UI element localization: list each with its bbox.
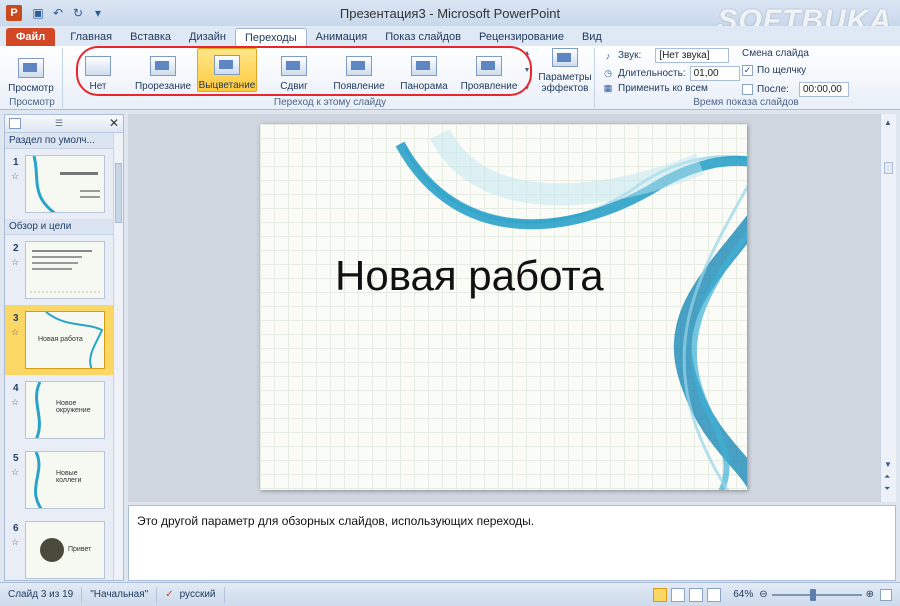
transition-star-icon: ☆ (11, 171, 20, 181)
fit-to-window-icon[interactable] (880, 588, 892, 601)
on-click-row[interactable]: ✓ По щелчку (742, 65, 806, 76)
slideshow-icon[interactable] (707, 587, 722, 602)
reading-view-icon[interactable] (689, 587, 704, 602)
slide-scrollbar[interactable]: ▲ ▼ ⏶ ⏷ (880, 114, 896, 502)
slide-editing-area: Новая работа (128, 114, 880, 502)
zoom-out-icon[interactable]: ⊖ (759, 589, 767, 600)
outline-tab-icon[interactable]: ☰ (55, 118, 69, 129)
after-row: После: 00:00,00 (742, 82, 849, 97)
section-header[interactable]: Раздел по умолч... (5, 133, 123, 149)
customize-qat-icon[interactable]: ▾ (90, 5, 106, 21)
tab-transitions[interactable]: Переходы (235, 28, 307, 46)
title-bar: P ▣ ↶ ↻ ▾ Презентация3 - Microsoft Power… (0, 0, 900, 37)
slide-counter: Слайд 3 из 19 (0, 586, 83, 603)
transition-star-icon: ☆ (11, 327, 20, 337)
scrollbar-thumb[interactable] (884, 162, 893, 174)
tab-animations[interactable]: Анимация (307, 28, 377, 46)
zoom-slider[interactable] (771, 588, 862, 601)
preview-button[interactable]: Просмотр (8, 48, 54, 94)
slides-tab-icon[interactable] (9, 118, 21, 129)
slide-thumbnail[interactable]: 3 ☆ Новая работа (5, 305, 123, 375)
sound-row: ♪ Звук: [Нет звука] (602, 48, 730, 63)
sound-icon: ♪ (605, 50, 611, 61)
slides-pane: ☰ ✕ Раздел по умолч... 1 ☆ Обзор и цели … (4, 114, 124, 581)
transition-group-label: Переход к этому слайду (273, 97, 387, 108)
slide-wave-graphic (395, 128, 747, 490)
tab-review[interactable]: Рецензирование (470, 28, 573, 46)
duration-input[interactable]: 01,00 (689, 66, 740, 81)
slides-pane-scrollbar[interactable] (113, 133, 123, 580)
transition-star-icon: ☆ (11, 467, 20, 477)
transition-star-icon: ☆ (11, 257, 20, 267)
tab-slideshow[interactable]: Показ слайдов (376, 28, 470, 46)
tab-home[interactable]: Главная (61, 28, 121, 46)
section-header[interactable]: Обзор и цели (5, 219, 123, 235)
status-bar: Слайд 3 из 19 "Начальная" ✓ русский 64% … (0, 582, 900, 606)
slide-thumbnail[interactable]: 6 ☆ Привет (5, 515, 123, 580)
effect-options-icon (552, 48, 578, 67)
slide-thumbnail[interactable]: 4 ☆ Новое окружение (5, 375, 123, 445)
transition-star-icon: ☆ (11, 537, 20, 547)
redo-icon[interactable]: ↻ (70, 5, 86, 21)
powerpoint-app-icon[interactable]: P (6, 5, 22, 21)
after-time-input[interactable]: 00:00,00 (798, 82, 849, 97)
group-separator (594, 48, 595, 108)
preview-icon (18, 58, 44, 78)
slide-preview: Новая работа (25, 311, 105, 369)
normal-view-icon[interactable] (653, 587, 668, 602)
scroll-down-icon[interactable]: ▼ (884, 460, 892, 469)
advance-slide-title: Смена слайда (742, 48, 809, 59)
notes-text[interactable]: Это другой параметр для обзорных слайдов… (137, 514, 534, 528)
slide-preview: Привет (25, 521, 105, 579)
on-click-checkbox[interactable]: ✓ (742, 65, 753, 76)
preview-group-label: Просмотр (9, 97, 55, 108)
slide-preview: Новые коллеги (25, 451, 105, 509)
tab-design[interactable]: Дизайн (180, 28, 235, 46)
slide-thumbnail[interactable]: 1 ☆ (5, 149, 123, 219)
view-buttons (653, 587, 725, 602)
zoom-level[interactable]: 64% (733, 589, 753, 600)
slide-thumbnail[interactable]: 5 ☆ Новые коллеги (5, 445, 123, 515)
clock-icon: ◷ (604, 68, 612, 78)
notes-pane[interactable]: Это другой параметр для обзорных слайдов… (128, 505, 896, 581)
language-indicator[interactable]: ✓ русский (157, 586, 225, 603)
theme-name[interactable]: "Начальная" (82, 586, 158, 603)
save-icon[interactable]: ▣ (30, 5, 46, 21)
undo-icon[interactable]: ↶ (50, 5, 66, 21)
current-slide[interactable]: Новая работа (260, 124, 747, 490)
slide-thumbnail[interactable]: 2 ☆ (5, 235, 123, 305)
zoom-in-icon[interactable]: ⊕ (866, 589, 874, 600)
tab-insert[interactable]: Вставка (121, 28, 180, 46)
duration-row: ◷ Длительность: 01,00 (602, 66, 740, 81)
tab-view[interactable]: Вид (573, 28, 611, 46)
tab-file[interactable]: Файл (6, 28, 56, 46)
slides-pane-header: ☰ ✕ (5, 115, 123, 133)
slide-preview: Новое окружение (25, 381, 105, 439)
slide-title[interactable]: Новая работа (335, 252, 604, 300)
sound-dropdown[interactable]: [Нет звука] (655, 48, 730, 63)
ribbon-tabs: Файл Главная Вставка Дизайн Переходы Ани… (0, 26, 900, 46)
highlight-outline (76, 46, 532, 96)
next-slide-icon[interactable]: ⏷ (884, 484, 890, 494)
scroll-up-icon[interactable]: ▲ (884, 118, 892, 127)
spellcheck-icon[interactable]: ✓ (165, 587, 173, 603)
group-separator (62, 48, 63, 108)
scrollbar-thumb[interactable] (115, 163, 122, 223)
timing-group-label: Время показа слайдов (693, 97, 799, 108)
quick-access-toolbar: ▣ ↶ ↻ ▾ (30, 5, 106, 21)
apply-all-icon: ▦ (603, 82, 613, 93)
after-checkbox[interactable] (742, 84, 753, 95)
slide-preview (25, 155, 105, 213)
slide-preview (25, 241, 105, 299)
transition-star-icon: ☆ (11, 397, 20, 407)
ribbon: Просмотр Просмотр Нет Прорезание Выцвета… (0, 46, 900, 110)
close-icon[interactable]: ✕ (109, 116, 119, 130)
slide-sorter-icon[interactable] (671, 587, 686, 602)
apply-all-button[interactable]: ▦ Применить ко всем (602, 82, 708, 94)
previous-slide-icon[interactable]: ⏶ (884, 472, 890, 482)
effect-options-button[interactable]: Параметры эффектов (538, 48, 592, 94)
